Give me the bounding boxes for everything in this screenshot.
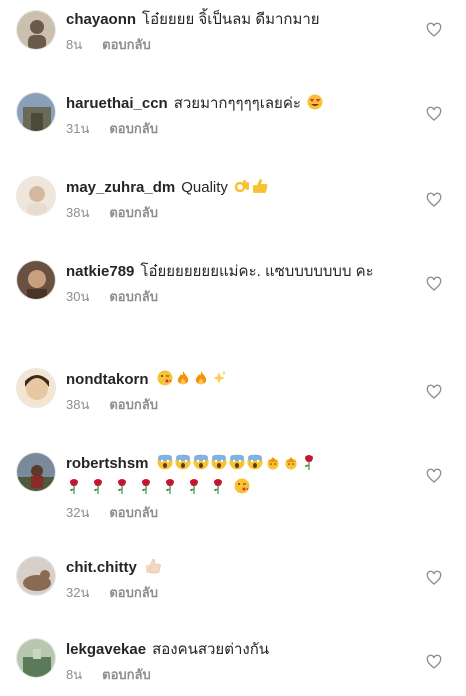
comment-text: สวยมากๆๆๆๆเลยค่ะ <box>173 95 301 112</box>
sparkles-emoji-icon <box>212 371 226 384</box>
avatar[interactable] <box>16 556 56 596</box>
comment-meta: 8น ตอบกลับ <box>66 37 396 53</box>
princess-emoji-icon <box>285 457 297 470</box>
scream-emoji-icon <box>157 454 173 470</box>
heart-icon[interactable] <box>426 468 442 484</box>
fire-emoji-icon <box>177 371 188 385</box>
heart-icon[interactable] <box>426 22 442 38</box>
comment-username[interactable]: chit.chitty <box>66 559 137 576</box>
rose-emoji-icon <box>304 455 313 470</box>
comment-meta: 31น ตอบกลับ <box>66 121 396 137</box>
comment-text: Quality <box>181 179 228 196</box>
heart-icon[interactable] <box>426 192 442 208</box>
comment-username[interactable]: natkie789 <box>66 263 134 280</box>
avatar[interactable] <box>16 368 56 408</box>
rose-emoji-icon <box>70 479 78 494</box>
kiss-emoji-icon <box>157 370 172 386</box>
comment-time: 30น <box>66 289 90 304</box>
reply-button[interactable]: ตอบกลับ <box>102 37 151 52</box>
heart-icon[interactable] <box>426 276 442 292</box>
comment-body: lekgavekae สองคนสวยต่างกัน 8น ตอบกลับ <box>66 638 396 683</box>
scream-emoji-icon <box>247 454 263 470</box>
princess-emoji-icon <box>267 457 279 470</box>
comment-meta: 32น ตอบกลับ <box>66 585 396 601</box>
thumbs-up-emoji-icon <box>253 179 268 193</box>
heart-icon[interactable] <box>426 570 442 586</box>
comment-list: chayaonn โอ๋ยยยย จิ้เป็นลม ดีมากมาย 8น ตอบ… <box>0 0 466 696</box>
comment-username[interactable]: may_zuhra_dm <box>66 179 175 196</box>
rose-emoji-icon <box>190 479 198 494</box>
scream-emoji-icon <box>175 454 191 470</box>
reply-button[interactable]: ตอบกลับ <box>109 289 158 304</box>
comment-username[interactable]: haruethai_ccn <box>66 95 168 112</box>
fire-emoji-icon <box>195 371 206 385</box>
comment-text: สองคนสวยต่างกัน <box>152 641 270 658</box>
avatar[interactable] <box>16 260 56 300</box>
comment-time: 32น <box>66 585 90 600</box>
comment-body: robertshsm 32น ตอบกลับ <box>66 452 406 521</box>
comment-body: may_zuhra_dm Quality 38น ตอบกลับ <box>66 176 396 221</box>
comment-text: โอ๋ยยยย จิ้เป็นลม ดีมากมาย <box>142 11 320 28</box>
rose-emoji-icon <box>142 479 150 494</box>
rose-emoji-icon <box>214 479 222 494</box>
comment-body: chit.chitty 32น ตอบกลับ <box>66 556 396 601</box>
reply-button[interactable]: ตอบกลับ <box>109 121 158 136</box>
reply-button[interactable]: ตอบกลับ <box>102 667 151 682</box>
scream-emoji-icon <box>193 454 209 470</box>
avatar[interactable] <box>16 176 56 216</box>
comment-time: 31น <box>66 121 90 136</box>
comment-username[interactable]: nondtakorn <box>66 371 149 388</box>
comment-time: 38น <box>66 205 90 220</box>
kiss-emoji-icon <box>234 478 250 494</box>
avatar[interactable] <box>16 92 56 132</box>
comment-body: nondtakorn 38น ตอบกลับ <box>66 368 396 413</box>
heart-icon[interactable] <box>426 654 442 670</box>
comment-meta: 38น ตอบกลับ <box>66 397 396 413</box>
avatar[interactable] <box>16 10 56 50</box>
comment-body: chayaonn โอ๋ยยยย จิ้เป็นลม ดีมากมาย 8น ตอบ… <box>66 8 396 53</box>
rose-emoji-icon <box>94 479 102 494</box>
heart-icon[interactable] <box>426 106 442 122</box>
comment-meta: 30น ตอบกลับ <box>66 289 396 305</box>
comment-meta: 38น ตอบกลับ <box>66 205 396 221</box>
scream-emoji-icon <box>211 454 227 470</box>
rose-emoji-icon <box>166 479 174 494</box>
rose-emoji-icon <box>118 479 126 494</box>
comment-meta: 8น ตอบกลับ <box>66 667 396 683</box>
comment-time: 32น <box>66 505 90 520</box>
heart-eyes-emoji-icon <box>307 94 323 110</box>
comment-username[interactable]: lekgavekae <box>66 641 146 658</box>
comment-body: haruethai_ccn สวยมากๆๆๆๆเลยค่ะ 31น ตอบกลับ <box>66 92 396 137</box>
scream-emoji-icon <box>229 454 245 470</box>
thumbs-up-light-emoji-icon <box>145 558 161 574</box>
ok-hand-emoji-icon <box>234 180 250 193</box>
comment-body: natkie789 โอ๋ยยยยยยยแม่คะ. แซบบบบบบบ คะ 3… <box>66 260 396 305</box>
avatar[interactable] <box>16 638 56 678</box>
comment-meta: 32น ตอบกลับ <box>66 505 406 521</box>
avatar[interactable] <box>16 452 56 492</box>
comment-time: 8น <box>66 37 83 52</box>
reply-button[interactable]: ตอบกลับ <box>109 205 158 220</box>
reply-button[interactable]: ตอบกลับ <box>109 505 158 520</box>
comment-time: 38น <box>66 397 90 412</box>
comment-text: โอ๋ยยยยยยยแม่คะ. แซบบบบบบบ คะ <box>140 263 374 280</box>
comment-username[interactable]: chayaonn <box>66 11 136 28</box>
reply-button[interactable]: ตอบกลับ <box>109 585 158 600</box>
comment-time: 8น <box>66 667 83 682</box>
comment-username[interactable]: robertshsm <box>66 455 149 472</box>
reply-button[interactable]: ตอบกลับ <box>109 397 158 412</box>
heart-icon[interactable] <box>426 384 442 400</box>
